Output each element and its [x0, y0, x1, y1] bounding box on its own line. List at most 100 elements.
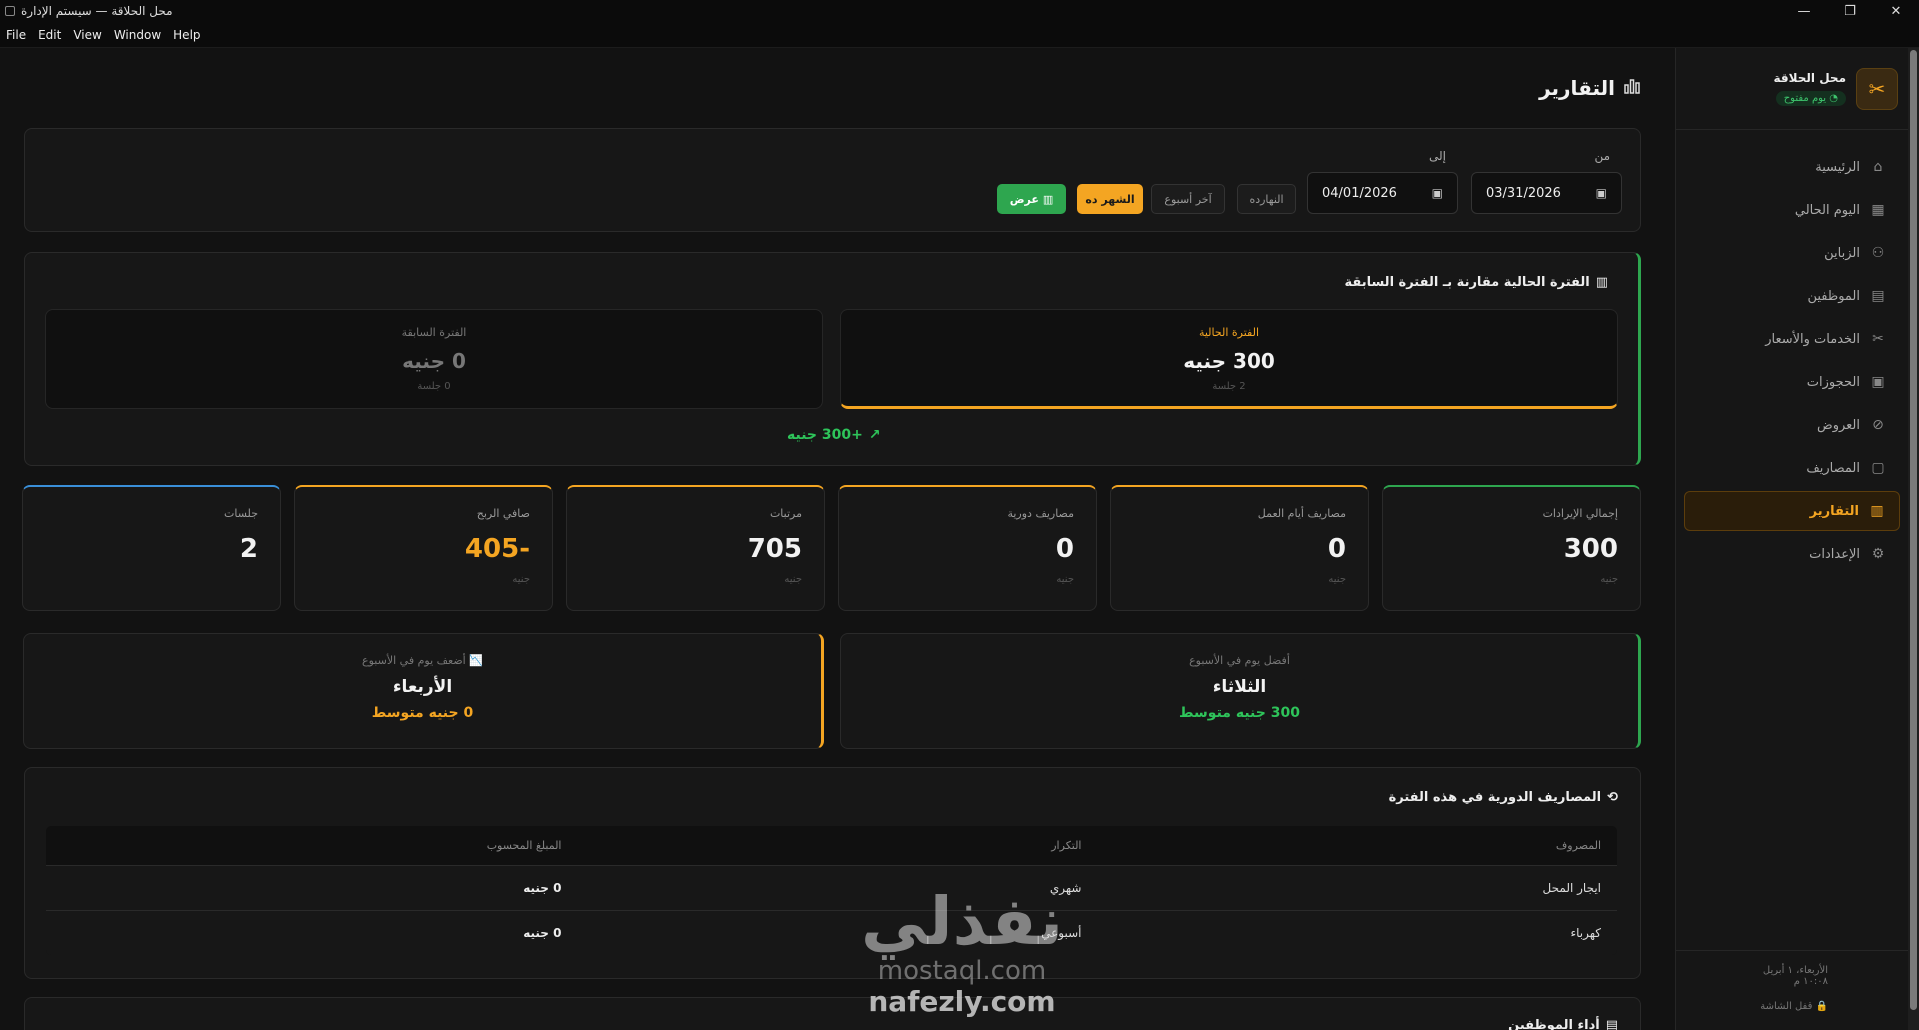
sidebar-footer: الأربعاء، ١ أبريل ١٠:٠٨ م 🔒 قفل الشاشة: [1676, 950, 1908, 1030]
worst-day-average: 0 جنيه متوسط: [371, 705, 474, 721]
periodic-expenses-title: ⟲ المصاريف الدورية في هذه الفترة: [1389, 790, 1618, 805]
sidebar-item-expenses[interactable]: ▢ المصاريف: [1684, 448, 1900, 488]
scrollbar-thumb[interactable]: [1910, 50, 1917, 1010]
stat-value: -405: [464, 534, 530, 564]
calendar-day-icon: ▦: [1871, 202, 1885, 218]
chart-down-icon: 📉: [465, 654, 483, 667]
scrollbar[interactable]: [1908, 48, 1919, 1030]
window-controls: — ❐ ✕: [1781, 0, 1919, 22]
last-week-button[interactable]: آخر أسبوع: [1151, 184, 1225, 214]
bar-chart-icon: ▥: [1870, 503, 1884, 519]
sidebar-item-label: المصاريف: [1806, 460, 1860, 476]
sidebar-item-offers[interactable]: ⊘ العروض: [1684, 405, 1900, 445]
stat-value: 2: [239, 534, 258, 564]
page-title: التقارير: [1539, 76, 1641, 100]
show-button[interactable]: ▥ عرض: [997, 184, 1066, 214]
title-bar: محل الحلاقة — سيستم الإدارة — ❐ ✕: [0, 0, 1919, 22]
main-content: التقارير من إلى 03/31/2026 ▣ 04/01/2026 …: [0, 48, 1664, 1030]
show-button-label: عرض: [1009, 192, 1039, 206]
minimize-button[interactable]: —: [1781, 0, 1827, 22]
table-cell: كهرباء: [1097, 910, 1617, 955]
day-status-badge: ◔ يوم مفتوح: [1775, 91, 1846, 106]
menu-help[interactable]: Help: [173, 28, 200, 42]
best-day-name: الثلاثاء: [1212, 677, 1267, 697]
worst-day-label-text: أضعف يوم في الأسبوع: [362, 654, 466, 667]
calendar-icon[interactable]: ▣: [1432, 186, 1443, 200]
window-title: محل الحلاقة — سيستم الإدارة: [21, 4, 173, 18]
tag-icon: ⊘: [1872, 417, 1884, 433]
best-day-label: أفضل يوم في الأسبوع: [1189, 654, 1290, 667]
maximize-button[interactable]: ❐: [1827, 0, 1873, 22]
check-circle-icon: ◔: [1826, 93, 1838, 104]
scissors-logo-icon: ✂: [1856, 67, 1898, 110]
footer-time: ١٠:٠٨ م: [1793, 976, 1828, 987]
stat-label: إجمالي الإيرادات: [1542, 507, 1618, 520]
table-cell: 0 جنيه: [46, 865, 578, 911]
sidebar-nav: ⌂ الرئيسية ▦ اليوم الحالي ⚇ الزباين ▤ الموظف…: [1676, 130, 1908, 574]
sidebar-item-services[interactable]: ✂ الخدمات والأسعار: [1684, 319, 1900, 359]
page-title-text: التقارير: [1539, 76, 1615, 100]
comparison-title: ▥ الفترة الحالية مقارنة بـ الفترة السابق…: [1344, 275, 1608, 290]
trend-up-icon: ↗: [868, 427, 881, 443]
bookings-icon: ▣: [1871, 374, 1885, 390]
sidebar-item-label: الزباين: [1824, 245, 1860, 261]
sidebar-item-today[interactable]: ▦ اليوم الحالي: [1684, 190, 1900, 230]
sidebar-item-home[interactable]: ⌂ الرئيسية: [1684, 147, 1900, 187]
table-cell: شهري: [577, 865, 1098, 911]
footer-date: الأربعاء، ١ أبريل: [1762, 965, 1828, 976]
close-button[interactable]: ✕: [1873, 0, 1919, 22]
sidebar-item-reports[interactable]: ▥ التقارير: [1684, 491, 1900, 531]
menu-view[interactable]: View: [73, 28, 101, 42]
stat-unit: جنيه: [784, 574, 802, 585]
gear-icon: ⚙: [1871, 546, 1885, 562]
bar-chart-icon: ▥: [1595, 275, 1608, 290]
stat-net-profit: صافي الربح -405 جنيه: [294, 485, 553, 611]
period-difference: ↗ +300 جنيه: [787, 427, 881, 443]
period-difference-value: +300 جنيه: [787, 427, 863, 443]
sidebar-item-label: اليوم الحالي: [1794, 202, 1860, 218]
lock-screen-button[interactable]: 🔒 قفل الشاشة: [1676, 1001, 1828, 1012]
app-icon: [5, 6, 15, 16]
period-comparison-card: ▥ الفترة الحالية مقارنة بـ الفترة السابق…: [24, 252, 1641, 466]
menu-window[interactable]: Window: [114, 28, 161, 42]
wallet-icon: ▢: [1871, 460, 1885, 476]
stat-unit: جنيه: [1328, 574, 1346, 585]
sidebar-item-label: الإعدادات: [1809, 546, 1860, 562]
to-date-input[interactable]: 04/01/2026 ▣: [1307, 172, 1458, 214]
table-cell: 0 جنيه: [46, 910, 578, 955]
date-filter-card: من إلى 03/31/2026 ▣ 04/01/2026 ▣ النهارد…: [24, 128, 1641, 232]
employee-performance-title-text: أداء الموظفين: [1508, 1018, 1600, 1030]
calendar-icon[interactable]: ▣: [1596, 186, 1607, 200]
sidebar-item-label: العروض: [1816, 417, 1860, 433]
column-header: التكرار: [577, 826, 1098, 866]
from-date-value: 03/31/2026: [1486, 185, 1561, 201]
sidebar-item-customers[interactable]: ⚇ الزباين: [1684, 233, 1900, 273]
stat-value: 0: [1055, 534, 1074, 564]
stat-workday-expenses: مصاريف أيام العمل 0 جنيه: [1110, 485, 1369, 611]
sidebar-item-employees[interactable]: ▤ الموظفين: [1684, 276, 1900, 316]
brand-header: ✂ محل الحلاقة ◔ يوم مفتوح: [1676, 48, 1908, 130]
menu-edit[interactable]: Edit: [38, 28, 61, 42]
this-month-button[interactable]: الشهر ده: [1077, 184, 1143, 214]
sidebar-item-bookings[interactable]: ▣ الحجوزات: [1684, 362, 1900, 402]
table-cell: ايجار المحل: [1097, 865, 1617, 911]
previous-period-sessions: 0 جلسة: [417, 381, 451, 392]
sidebar: ✂ محل الحلاقة ◔ يوم مفتوح ⌂ الرئيسية ▦ الي…: [1675, 48, 1908, 1030]
worst-day-card: 📉 أضعف يوم في الأسبوع الأربعاء 0 جنيه مت…: [23, 633, 824, 749]
current-period-value: 300 جنيه: [1183, 349, 1275, 373]
menu-file[interactable]: File: [6, 28, 26, 42]
stat-label: مرتبات: [769, 507, 802, 520]
stat-periodic-expenses: مصاريف دورية 0 جنيه: [838, 485, 1097, 611]
stat-label: صافي الربح: [476, 507, 530, 520]
sidebar-item-settings[interactable]: ⚙ الإعدادات: [1684, 534, 1900, 574]
today-button[interactable]: النهارده: [1237, 184, 1296, 214]
stat-label: مصاريف دورية: [1007, 507, 1074, 520]
previous-period-value: 0 جنيه: [402, 349, 466, 373]
sidebar-item-label: الحجوزات: [1806, 374, 1860, 390]
employee-performance-title: ▤ أداء الموظفين: [1508, 1018, 1618, 1030]
stat-label: مصاريف أيام العمل: [1257, 507, 1346, 520]
lock-screen-label: قفل الشاشة: [1760, 1001, 1813, 1012]
stat-value: 300: [1563, 534, 1618, 564]
from-date-input[interactable]: 03/31/2026 ▣: [1471, 172, 1622, 214]
stat-unit: جنيه: [512, 574, 530, 585]
